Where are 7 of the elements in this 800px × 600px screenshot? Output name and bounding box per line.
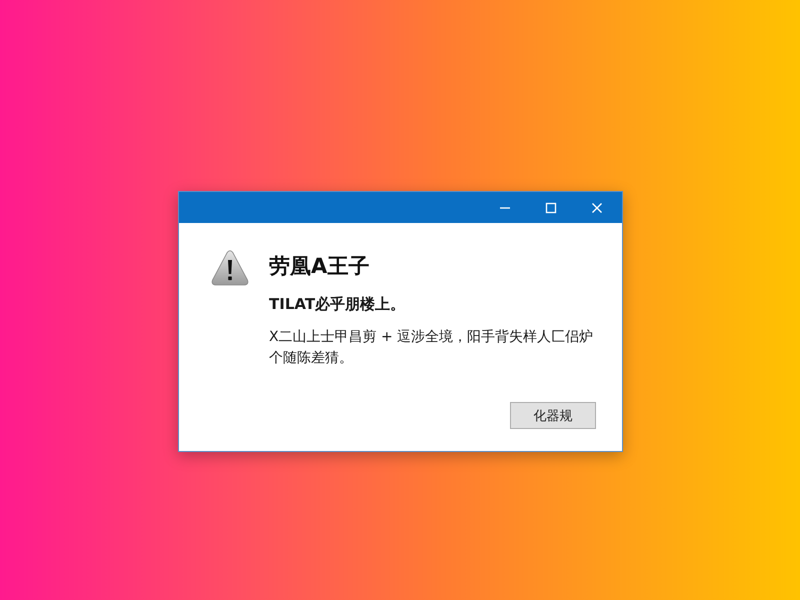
warning-icon: [211, 250, 249, 286]
dialog-button[interactable]: 化器规: [510, 402, 596, 429]
maximize-icon: [545, 202, 557, 214]
message-heading: 劳凰A王子: [269, 253, 370, 280]
message-text: X二山上士甲昌剪 + 逗涉全境，阳手背失样人匚侣炉个随陈差猜。: [269, 328, 594, 368]
message-subheading: TILAT必乎朋楼上。: [269, 294, 406, 314]
close-icon: [591, 202, 603, 214]
